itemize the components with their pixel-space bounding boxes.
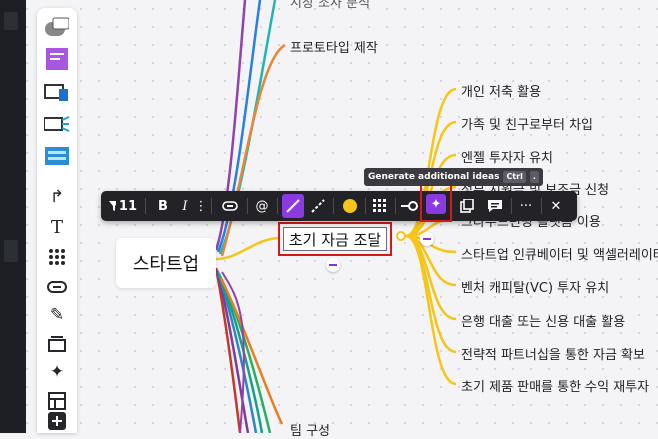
templates-icon[interactable]	[43, 14, 71, 40]
child-branch	[405, 234, 457, 354]
more-text-options-icon[interactable]: ⋮	[195, 194, 208, 218]
root-label: 스타트업	[132, 254, 200, 275]
node-handle-icon[interactable]	[326, 258, 340, 272]
mindmap-root-node[interactable]: 스타트업	[116, 238, 216, 288]
font-size-value: 11	[118, 198, 137, 214]
ai-sparkle-icon[interactable]: ✦	[43, 359, 71, 385]
layout-grid-icon[interactable]	[369, 194, 391, 218]
divider	[395, 198, 396, 214]
frame-icon[interactable]	[43, 111, 71, 137]
sticky-note-icon[interactable]	[43, 46, 71, 72]
divider	[247, 198, 248, 214]
node-handle-icon[interactable]	[420, 232, 434, 246]
card-icon[interactable]	[43, 80, 71, 106]
child-node[interactable]: 초기 제품 판매를 통한 수익 재투자	[461, 376, 649, 395]
add-node-icon[interactable]	[398, 194, 422, 218]
pen-icon[interactable]: ✎	[43, 302, 71, 328]
child-node[interactable]: 은행 대출 또는 신용 대출 활용	[461, 311, 625, 330]
divider	[365, 198, 366, 214]
connector-arrow-icon[interactable]: ↱	[43, 184, 71, 210]
tooltip: Generate additional ideas Ctrl .	[364, 168, 543, 186]
tooltip-key: .	[529, 171, 539, 183]
more-options-button[interactable]: ···	[515, 194, 537, 218]
italic-button[interactable]: I	[175, 194, 195, 218]
divider	[333, 198, 334, 214]
child-branch	[405, 234, 457, 386]
generate-ideas-button[interactable]: ✦	[420, 184, 452, 222]
selected-node[interactable]: 초기 자금 조달	[278, 222, 392, 256]
font-size-button[interactable]: 11	[109, 194, 137, 218]
node-team[interactable]: 팀 구성	[290, 420, 330, 439]
line-dashed-icon[interactable]	[307, 194, 329, 218]
divider	[541, 198, 542, 214]
context-toolbar: 11 B I ⋮ @ ··· ✕	[101, 191, 577, 221]
divider	[145, 198, 146, 214]
child-node[interactable]: 개인 저축 활용	[461, 81, 541, 100]
divider	[277, 198, 278, 214]
bold-button[interactable]: B	[153, 194, 173, 218]
link-icon[interactable]	[219, 194, 241, 218]
tooltip-text: Generate additional ideas	[368, 172, 500, 182]
embed-icon[interactable]	[43, 143, 71, 169]
node-top-cut[interactable]: 시장 조사 분석	[290, 0, 370, 11]
divider	[511, 198, 512, 214]
child-node[interactable]: 엔젤 투자자 유치	[461, 147, 553, 166]
color-picker-button[interactable]	[339, 194, 361, 218]
text-icon[interactable]: T	[43, 214, 71, 240]
child-node[interactable]: 전략적 파트너십을 통한 자금 확보	[461, 344, 645, 363]
child-node[interactable]: 가족 및 친구로부터 차입	[461, 114, 593, 133]
grid-icon[interactable]	[43, 244, 71, 270]
duplicate-icon[interactable]	[456, 194, 478, 218]
child-node[interactable]: 벤처 캐피탈(VC) 투자 유치	[461, 277, 609, 296]
divider	[211, 198, 212, 214]
tooltip-key: Ctrl	[503, 171, 526, 183]
mention-button[interactable]: @	[251, 194, 273, 218]
child-node[interactable]: 스타트업 인큐베이터 및 액셀러레이터	[461, 244, 658, 263]
ai-sparkle-icon: ✦	[426, 194, 446, 214]
node-connection-dot[interactable]	[396, 231, 406, 241]
link-icon[interactable]	[43, 274, 71, 300]
frames-icon[interactable]	[43, 331, 71, 357]
close-button[interactable]: ✕	[545, 194, 567, 218]
plus-icon[interactable]	[43, 408, 71, 434]
left-tool-dock: ↱ T ✎ ✦	[37, 8, 77, 433]
line-style-icon[interactable]	[282, 194, 304, 218]
node-prototype[interactable]: 프로토타입 제작	[290, 37, 378, 56]
comment-icon[interactable]	[484, 194, 506, 218]
selected-node-label: 초기 자금 조달	[288, 230, 382, 249]
